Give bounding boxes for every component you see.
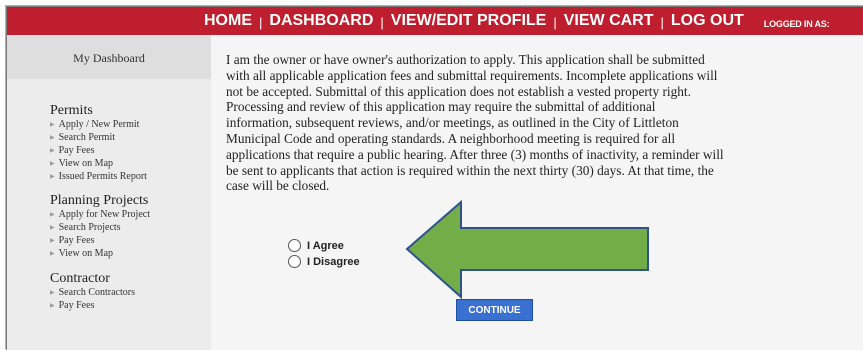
nav-separator: | xyxy=(380,15,384,30)
agree-radio[interactable] xyxy=(288,239,301,252)
nav-dashboard-link[interactable]: DASHBOARD xyxy=(269,12,373,30)
statement-line: applications that require a public heari… xyxy=(226,146,724,162)
permits-heading: Permits xyxy=(50,103,93,118)
nav-cart-link[interactable]: VIEW CART xyxy=(564,12,654,30)
sidebar-link-pay-fees-permits[interactable]: ▶ Pay Fees xyxy=(50,145,94,156)
main-content: I am the owner or have owner's authoriza… xyxy=(211,35,863,350)
sidebar-link-apply-new-permit[interactable]: ▶ Apply / New Permit xyxy=(50,119,139,130)
sidebar-link-issued-permits-report[interactable]: ▶ Issued Permits Report xyxy=(50,171,147,182)
nav-separator: | xyxy=(660,15,664,30)
statement-line: be sent to applicants that action is req… xyxy=(226,162,714,178)
sidebar-link-label[interactable]: Issued Permits Report xyxy=(59,171,147,182)
sidebar-link-apply-new-project[interactable]: ▶ Apply for New Project xyxy=(50,209,150,220)
sidebar-link-label[interactable]: Apply / New Permit xyxy=(59,119,140,130)
left-arrow-icon xyxy=(405,200,649,300)
sidebar-link-search-contractors[interactable]: ▶ Search Contractors xyxy=(50,287,135,298)
triangle-right-icon: ▶ xyxy=(50,174,55,180)
statement-line: not be accepted. Submittal of this appli… xyxy=(226,83,691,99)
agree-label[interactable]: I Agree xyxy=(307,240,344,252)
sidebar-link-pay-fees-contractor[interactable]: ▶ Pay Fees xyxy=(50,300,94,311)
triangle-right-icon: ▶ xyxy=(50,135,55,141)
sidebar-link-search-permit[interactable]: ▶ Search Permit xyxy=(50,132,115,143)
authorization-statement: I am the owner or have owner's authoriza… xyxy=(226,52,801,194)
disagree-option[interactable]: I Disagree xyxy=(288,255,360,268)
statement-line: Processing and review of this applicatio… xyxy=(226,99,656,115)
planning-projects-heading: Planning Projects xyxy=(50,193,149,208)
nav-separator: | xyxy=(259,15,263,30)
sidebar-link-search-projects[interactable]: ▶ Search Projects xyxy=(50,222,121,233)
sidebar-link-label[interactable]: Apply for New Project xyxy=(59,209,150,220)
nav-profile-link[interactable]: VIEW/EDIT PROFILE xyxy=(391,12,547,30)
triangle-right-icon: ▶ xyxy=(50,148,55,154)
statement-line: information, subsequent reviews, and/or … xyxy=(226,115,679,131)
sidebar-link-view-on-map-permits[interactable]: ▶ View on Map xyxy=(50,158,113,169)
sidebar-link-label[interactable]: Pay Fees xyxy=(59,235,95,246)
statement-line: Municipal Code and operating standards. … xyxy=(226,130,676,146)
triangle-right-icon: ▶ xyxy=(50,212,55,218)
top-navigation-bar: HOME | DASHBOARD | VIEW/EDIT PROFILE | V… xyxy=(7,7,863,35)
my-dashboard-link[interactable]: My Dashboard xyxy=(7,51,211,66)
disagree-radio[interactable] xyxy=(288,255,301,268)
nav-logout-link[interactable]: LOG OUT xyxy=(671,12,744,30)
triangle-right-icon: ▶ xyxy=(50,290,55,296)
continue-button[interactable]: CONTINUE xyxy=(456,299,533,321)
sidebar-link-label[interactable]: View on Map xyxy=(59,248,113,259)
statement-line: I am the owner or have owner's authoriza… xyxy=(226,52,705,67)
browser-viewport: HOME | DASHBOARD | VIEW/EDIT PROFILE | V… xyxy=(6,6,863,350)
contractor-heading: Contractor xyxy=(50,271,110,286)
triangle-right-icon: ▶ xyxy=(50,303,55,309)
triangle-right-icon: ▶ xyxy=(50,238,55,244)
sidebar-link-label[interactable]: Pay Fees xyxy=(59,145,95,156)
sidebar-link-pay-fees-planning[interactable]: ▶ Pay Fees xyxy=(50,235,94,246)
statement-line: with all applicable application fees and… xyxy=(226,67,718,83)
triangle-right-icon: ▶ xyxy=(50,225,55,231)
nav-separator: | xyxy=(553,15,557,30)
sidebar: My Dashboard Permits ▶ Apply / New Permit… xyxy=(7,35,211,350)
agree-option[interactable]: I Agree xyxy=(288,239,344,252)
sidebar-link-label[interactable]: View on Map xyxy=(59,158,113,169)
sidebar-link-label[interactable]: Pay Fees xyxy=(59,300,95,311)
main-nav: HOME | DASHBOARD | VIEW/EDIT PROFILE | V… xyxy=(204,7,830,35)
sidebar-link-label[interactable]: Search Projects xyxy=(59,222,121,233)
sidebar-link-label[interactable]: Search Contractors xyxy=(59,287,135,298)
triangle-right-icon: ▶ xyxy=(50,122,55,128)
sidebar-link-label[interactable]: Search Permit xyxy=(59,132,115,143)
nav-home-link[interactable]: HOME xyxy=(204,12,252,30)
triangle-right-icon: ▶ xyxy=(50,161,55,167)
logged-in-label: LOGGED IN AS: xyxy=(763,18,830,29)
triangle-right-icon: ▶ xyxy=(50,251,55,257)
disagree-label[interactable]: I Disagree xyxy=(307,256,360,268)
sidebar-link-view-on-map-planning[interactable]: ▶ View on Map xyxy=(50,248,113,259)
statement-line: case will be closed. xyxy=(226,178,330,194)
my-dashboard-header[interactable]: My Dashboard xyxy=(7,35,211,79)
